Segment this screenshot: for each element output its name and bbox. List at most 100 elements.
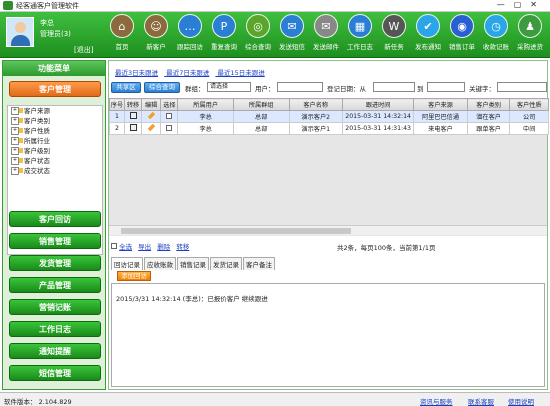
toolbar-button-4[interactable]: ◎ 综合查询 [243, 14, 273, 56]
menu-customer-management[interactable]: 客户管理 [9, 81, 101, 97]
row-checkbox[interactable] [166, 112, 173, 119]
help-link[interactable]: 使用说明 [508, 396, 534, 406]
detail-tab[interactable]: 客户备注 [243, 257, 275, 270]
cell-transfer-icon[interactable] [123, 122, 143, 135]
toolbar-button-11[interactable]: ◷ 收款记账 [481, 14, 511, 56]
service-link[interactable]: 资讯与服务 [420, 396, 453, 406]
toolbar-button-12[interactable]: ♟ 采购进货 [515, 14, 545, 56]
keyword-label: 关键字： [469, 85, 495, 93]
column-header[interactable]: 编辑 [141, 98, 162, 111]
cell-nature: 公司 [509, 110, 549, 123]
edit-icon[interactable] [147, 123, 155, 132]
cell-user: 李总 [177, 110, 234, 123]
link-7day[interactable]: 最近7日未跟进 [166, 69, 209, 77]
delete-link[interactable]: 删除 [157, 243, 170, 251]
toolbar-button-2[interactable]: … 跟踪回访 [175, 14, 205, 56]
cell-transfer-icon[interactable] [123, 110, 143, 123]
toolbar-button-3[interactable]: P 重复查询 [209, 14, 239, 56]
date-to-input[interactable] [427, 82, 465, 92]
followup-icon: … [178, 14, 202, 38]
toolbar-button-1[interactable]: ☺ 新客户 [141, 14, 171, 56]
cell-edit-icon[interactable] [141, 110, 162, 123]
tree-item[interactable]: 客户类别 [8, 116, 102, 126]
toolbar-button-10[interactable]: ◉ 销售订单 [447, 14, 477, 56]
sidebar-menu-item[interactable]: 客户回访 [9, 211, 101, 227]
column-header[interactable]: 选择 [160, 98, 179, 111]
sidebar-menu-item[interactable]: 产品管理 [9, 277, 101, 293]
toolbar-label: 新客户 [146, 43, 166, 51]
column-header[interactable]: 客户性质 [509, 98, 549, 111]
column-header[interactable]: 转移 [123, 98, 143, 111]
cell-row-checkbox[interactable] [160, 110, 179, 123]
toolbar-button-7[interactable]: ▦ 工作日志 [345, 14, 375, 56]
transfer-icon[interactable] [129, 112, 137, 119]
sidebar-menu-item[interactable]: 工作日志 [9, 321, 101, 337]
tree-item[interactable]: 客户性质 [8, 126, 102, 136]
horizontal-scrollbar[interactable] [109, 225, 547, 235]
detail-tab[interactable]: 销售记录 [177, 257, 209, 270]
action-bar: 全选 导出 删除 转移 共2条，每页100条，当前第1/1页 [111, 241, 547, 253]
select-all-checkbox[interactable] [111, 243, 117, 249]
toolbar-button-8[interactable]: W 新任务 [379, 14, 409, 56]
tree-item[interactable]: 客户状态 [8, 156, 102, 166]
column-header[interactable]: 客户来源 [413, 98, 468, 111]
toolbar-button-5[interactable]: ✉ 发送短信 [277, 14, 307, 56]
column-header[interactable]: 序号 [109, 98, 125, 111]
logout-link[interactable]: [退出] [74, 45, 93, 55]
transfer-link[interactable]: 转移 [176, 243, 189, 251]
sidebar-menu-item[interactable]: 发货管理 [9, 255, 101, 271]
toolbar-label: 跟踪回访 [177, 43, 203, 51]
tree-item[interactable]: 成交状态 [8, 166, 102, 176]
column-header[interactable]: 客户名称 [288, 98, 343, 111]
status-bar: 软件版本： 2.104.829 资讯与服务 联系客服 使用说明 [0, 392, 550, 406]
tree-item[interactable]: 客户级别 [8, 146, 102, 156]
cell-row-checkbox[interactable] [160, 122, 179, 135]
user-select[interactable] [277, 82, 323, 92]
column-header[interactable]: 所属群组 [232, 98, 290, 111]
keyword-input[interactable] [497, 82, 547, 92]
sidebar-title: 功能菜单 [3, 61, 105, 76]
toolbar-button-9[interactable]: ✔ 发布通知 [413, 14, 443, 56]
sidebar-menu-item[interactable]: 通知提醒 [9, 343, 101, 359]
toolbar-button-6[interactable]: ✉ 发送邮件 [311, 14, 341, 56]
cell-source: 来电客户 [413, 122, 468, 135]
cell-time: 2015-03-31 14:31:43 [341, 122, 415, 135]
transfer-icon[interactable] [129, 124, 137, 131]
table-row[interactable]: 1 李总 总部 演示客户2 2015-03-31 14:32:14 阿里巴巴信通 潜在客户公… [109, 110, 549, 123]
detail-tab[interactable]: 发货记录 [210, 257, 242, 270]
add-followup-button[interactable]: 添加回访 [117, 271, 151, 281]
tree-item[interactable]: 客户来源 [8, 106, 102, 116]
cell-edit-icon[interactable] [141, 122, 162, 135]
table-row[interactable]: 2 李总 总部 演示客户1 2015-03-31 14:31:43 来电客户 跟单客户 中间 [109, 122, 549, 135]
column-header[interactable]: 客户类别 [466, 98, 511, 111]
column-header[interactable]: 所属用户 [177, 98, 234, 111]
column-header[interactable]: 跟进时间 [341, 98, 415, 111]
sidebar-menu-item[interactable]: 销售管理 [9, 233, 101, 249]
toolbar-label: 首页 [115, 43, 129, 51]
link-3day[interactable]: 最近3日未跟进 [115, 69, 158, 77]
date-from-input[interactable] [373, 82, 415, 92]
shared-area-button[interactable]: 共享区 [111, 82, 141, 93]
group-select[interactable]: 请选择 [207, 82, 251, 92]
sidebar-menu-item[interactable]: 短信管理 [9, 365, 101, 381]
row-checkbox[interactable] [166, 124, 173, 131]
select-all-link[interactable]: 全选 [119, 243, 132, 251]
tree-item[interactable]: 所属行业 [8, 136, 102, 146]
window-controls[interactable]: —▢✕ [497, 0, 546, 9]
toolbar-button-0[interactable]: ⌂ 首页 [107, 14, 137, 56]
date-to-label: 到 [417, 85, 424, 93]
combined-query-button[interactable]: 综合查询 [144, 82, 180, 93]
scrollbar-thumb[interactable] [121, 228, 351, 234]
export-link[interactable]: 导出 [138, 243, 151, 251]
detail-tab[interactable]: 回访记录 [111, 257, 143, 270]
toolbar-label: 重复查询 [211, 43, 237, 51]
detail-tab[interactable]: 应收账款 [144, 257, 176, 270]
sidebar-menu-item[interactable]: 营销记账 [9, 299, 101, 315]
toolbar-label: 发布通知 [415, 43, 441, 51]
toolbar-label: 发送邮件 [313, 43, 339, 51]
contact-link[interactable]: 联系客服 [468, 396, 494, 406]
user-panel: 李总 管理员(3) [退出] [4, 15, 100, 55]
link-15day[interactable]: 最近15日未跟进 [217, 69, 264, 77]
avatar [6, 17, 34, 47]
edit-icon[interactable] [147, 111, 155, 120]
